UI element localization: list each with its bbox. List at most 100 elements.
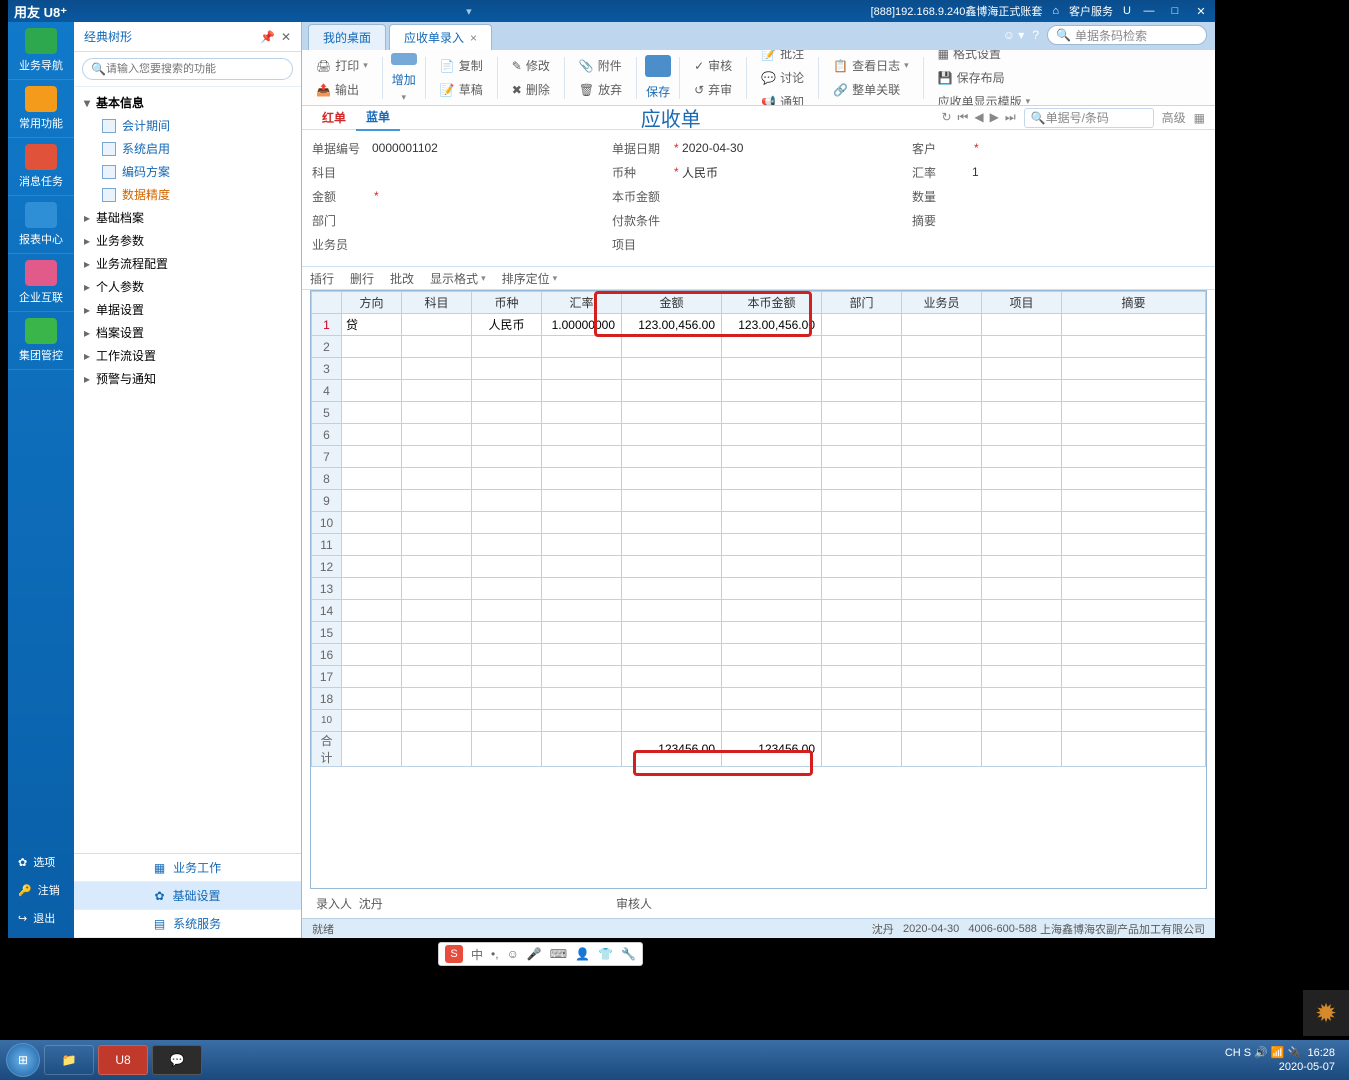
table-row[interactable]: 1 贷 人民币 1.00000000 123.00,456.00 123.00,… [312,314,1206,336]
rb-export[interactable]: 📤输出 [312,78,372,102]
tree-leaf-enable[interactable]: 系统启用 [74,137,301,160]
taskbar-u8[interactable]: U8 [98,1045,148,1075]
table-row[interactable]: 6 [312,424,1206,446]
table-row[interactable]: 10 [312,512,1206,534]
table-row[interactable]: 14 [312,600,1206,622]
tree-leaf-precision[interactable]: 数据精度 [74,183,301,206]
table-row[interactable]: 15 [312,622,1206,644]
rb-delete[interactable]: ✖删除 [508,78,554,102]
minimize-icon[interactable]: — [1141,5,1157,17]
titlebar-dropdown-icon[interactable]: ▾ [67,5,870,18]
tree-node-bizparam[interactable]: ▸业务参数 [74,229,301,252]
gt-insert[interactable]: 插行 [310,270,334,287]
tree-node-workflow[interactable]: ▸工作流设置 [74,344,301,367]
rb-link[interactable]: 🔗整单关联 [829,78,913,102]
ime-smile-icon[interactable]: ☺ [507,947,519,961]
rb-print[interactable]: 🖨打印▾ [312,54,372,78]
sidebar-logout[interactable]: 🔑注销 [8,876,74,904]
tree-close-icon[interactable]: ✕ [281,30,291,44]
rb-attach[interactable]: 📎附件 [575,54,626,78]
doc-search[interactable]: 🔍 单据号/条码 [1024,108,1154,128]
ime-person-icon[interactable]: 👤 [575,947,590,961]
taskbar-clock[interactable]: CH S 🔊 📶 🔌 16:282020-05-07 [1225,1046,1343,1074]
table-row[interactable]: 16 [312,644,1206,666]
tree-search[interactable]: 🔍 [82,58,293,80]
gt-delete[interactable]: 删行 [350,270,374,287]
pin-icon[interactable]: 📌 [260,30,275,44]
tree-group-basic[interactable]: ▾基本信息 [74,91,301,114]
tree-node-archive[interactable]: ▸基础档案 [74,206,301,229]
table-row[interactable]: 4 [312,380,1206,402]
tree-search-input[interactable] [106,63,284,75]
ime-punct-icon[interactable]: •, [491,947,499,961]
ime-keyboard-icon[interactable]: ⌨ [550,947,567,961]
gt-sort[interactable]: 排序定位▾ [502,270,558,287]
rb-discard[interactable]: 🗑放弃 [575,78,626,102]
service-link[interactable]: 客户服务 [1069,3,1113,19]
rb-copy[interactable]: 📄复制 [436,54,487,78]
nav-grid-icon[interactable]: ▦ [1194,111,1205,125]
table-row[interactable]: 2 [312,336,1206,358]
rb-template[interactable]: 应收单显示模版▾ [934,90,1035,107]
rb-format[interactable]: ▦格式设置 [934,50,1035,66]
rb-savelayout[interactable]: 💾保存布局 [934,66,1035,90]
sidebar-biz-nav[interactable]: 业务导航 [8,22,74,80]
maximize-icon[interactable]: □ [1167,5,1183,17]
ime-mic-icon[interactable]: 🎤 [527,947,542,961]
corner-gear-icon[interactable]: ✹ [1303,990,1349,1036]
taskbar-wechat[interactable]: 💬 [152,1045,202,1075]
table-row[interactable]: 12 [312,556,1206,578]
gt-batch[interactable]: 批改 [390,270,414,287]
ime-bar[interactable]: S 中 •, ☺ 🎤 ⌨ 👤 👕 🔧 [438,942,643,966]
field-curr[interactable]: 人民币 [682,164,718,181]
tab-ar-entry[interactable]: 应收单录入× [389,24,492,50]
nav-prev-icon[interactable]: ◀ [974,110,983,125]
tree-leaf-coding[interactable]: 编码方案 [74,160,301,183]
table-row[interactable]: 18 [312,688,1206,710]
table-row[interactable]: 7 [312,446,1206,468]
rb-draft[interactable]: 📝草稿 [436,78,487,102]
close-icon[interactable]: ✕ [1193,5,1209,17]
tree-node-personal[interactable]: ▸个人参数 [74,275,301,298]
table-row[interactable]: 13 [312,578,1206,600]
table-row[interactable]: 11 [312,534,1206,556]
rb-log[interactable]: 📋查看日志▾ [829,54,913,78]
tab-close-icon[interactable]: × [470,31,477,45]
taskbar-explorer[interactable]: 📁 [44,1045,94,1075]
tab-blue[interactable]: 蓝单 [356,104,400,131]
sidebar-group[interactable]: 集团管控 [8,312,74,370]
sidebar-reports[interactable]: 报表中心 [8,196,74,254]
home-icon[interactable]: ⌂ [1052,5,1059,17]
tree-node-alert[interactable]: ▸预警与通知 [74,367,301,390]
sidebar-enterprise[interactable]: 企业互联 [8,254,74,312]
field-date[interactable]: 2020-04-30 [682,141,743,155]
bottom-tab-biz[interactable]: ▦业务工作 [74,854,301,882]
table-row[interactable]: 3 [312,358,1206,380]
rb-save[interactable]: 保存 [641,53,675,103]
table-row[interactable]: 9 [312,490,1206,512]
tree-leaf-period[interactable]: 会计期间 [74,114,301,137]
table-row[interactable]: 10 [312,710,1206,732]
nav-last-icon[interactable]: ⏭ [1005,110,1016,125]
ime-tool-icon[interactable]: 🔧 [621,947,636,961]
tree-node-voucher[interactable]: ▸单据设置 [74,298,301,321]
tab-red[interactable]: 红单 [312,105,356,130]
tree-node-bizflow[interactable]: ▸业务流程配置 [74,252,301,275]
help-icon[interactable]: ? [1032,28,1039,42]
sidebar-exit[interactable]: ↪退出 [8,904,74,932]
start-button[interactable]: ⊞ [6,1043,40,1077]
u-menu[interactable]: U [1123,5,1131,17]
rb-unaudit[interactable]: ↺弃审 [690,78,736,102]
gt-display[interactable]: 显示格式▾ [430,270,486,287]
sidebar-messages[interactable]: 消息任务 [8,138,74,196]
tab-desktop[interactable]: 我的桌面 [308,24,386,50]
tabs-search[interactable]: 🔍 单据条码检索 [1047,25,1207,45]
rb-add[interactable]: 增加 ▾ [387,53,421,103]
field-rate[interactable]: 1 [972,165,979,179]
rb-edit[interactable]: ✎修改 [508,54,554,78]
field-no[interactable]: 0000001102 [372,141,438,155]
table-row[interactable]: 17 [312,666,1206,688]
tree-node-filecfg[interactable]: ▸档案设置 [74,321,301,344]
user-icon[interactable]: ☺ ▾ [1003,28,1025,42]
sidebar-options[interactable]: ✿选项 [8,848,74,876]
